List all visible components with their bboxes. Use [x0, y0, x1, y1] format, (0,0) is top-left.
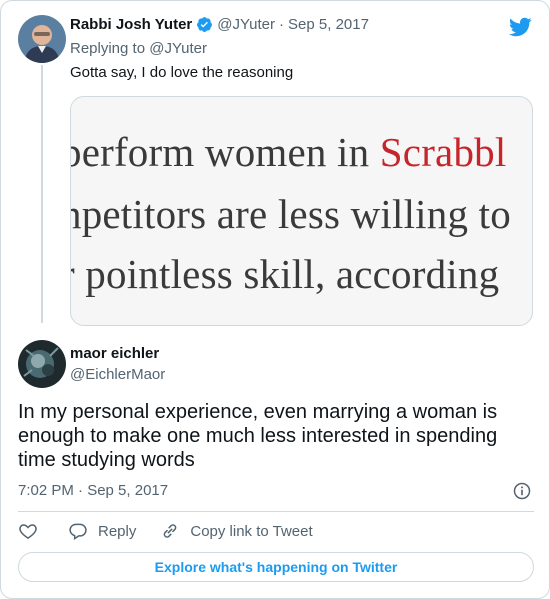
copy-link-button[interactable]: Copy link to Tweet — [160, 521, 313, 541]
verified-badge-icon — [197, 17, 213, 32]
reply-icon — [69, 523, 87, 541]
avatar-rabbi-josh-yuter[interactable] — [18, 15, 66, 63]
meta-separator: · — [279, 16, 285, 33]
media-text-line-1: perform women in Scrabbl — [70, 128, 507, 176]
replying-to-label[interactable]: Replying to @JYuter — [70, 40, 207, 57]
media-text-line-2: npetitors are less willing to — [70, 190, 511, 238]
parent-author-name[interactable]: Rabbi Josh Yuter — [70, 16, 192, 33]
media-line-1-highlight: Scrabbl — [379, 129, 507, 175]
tweet-media-image[interactable]: perform women in Scrabbl npetitors are l… — [70, 96, 533, 326]
like-button[interactable] — [18, 521, 38, 541]
reply-button[interactable]: Reply — [68, 521, 136, 541]
main-tweet-timestamp[interactable]: 7:02 PM · Sep 5, 2017 — [18, 482, 168, 499]
twitter-bird-icon[interactable] — [508, 15, 532, 39]
media-text-line-3: r pointless skill, according — [70, 250, 500, 298]
link-icon — [164, 524, 177, 538]
parent-author-handle[interactable]: @JYuter — [217, 16, 275, 33]
actions-divider — [18, 511, 534, 512]
reply-label: Reply — [98, 522, 137, 540]
media-line-2-text: npetitors are less willing to — [70, 191, 511, 237]
parent-tweet-header: Rabbi Josh Yuter @JYuter · Sep 5, 2017 — [70, 16, 369, 33]
tweet-actions-bar: Reply Copy link to Tweet — [18, 520, 337, 542]
copy-link-label: Copy link to Tweet — [190, 522, 313, 540]
explore-twitter-button[interactable]: Explore what's happening on Twitter — [18, 552, 534, 582]
main-author-name[interactable]: maor eichler — [70, 345, 159, 362]
media-line-1-text: perform women in — [70, 129, 380, 175]
thread-connector-line — [41, 65, 43, 323]
main-author-handle[interactable]: @EichlerMaor — [70, 366, 165, 383]
avatar-maor-eichler[interactable] — [18, 340, 66, 388]
media-line-3-text: r pointless skill, according — [70, 251, 500, 297]
heart-icon — [19, 524, 37, 539]
tweet-embed-card: Rabbi Josh Yuter @JYuter · Sep 5, 2017 R… — [0, 0, 550, 599]
main-tweet-text: In my personal experience, even marrying… — [18, 401, 498, 471]
parent-tweet-text: Gotta say, I do love the reasoning — [70, 64, 294, 81]
parent-tweet-date[interactable]: Sep 5, 2017 — [288, 16, 369, 33]
info-icon[interactable] — [512, 481, 532, 501]
